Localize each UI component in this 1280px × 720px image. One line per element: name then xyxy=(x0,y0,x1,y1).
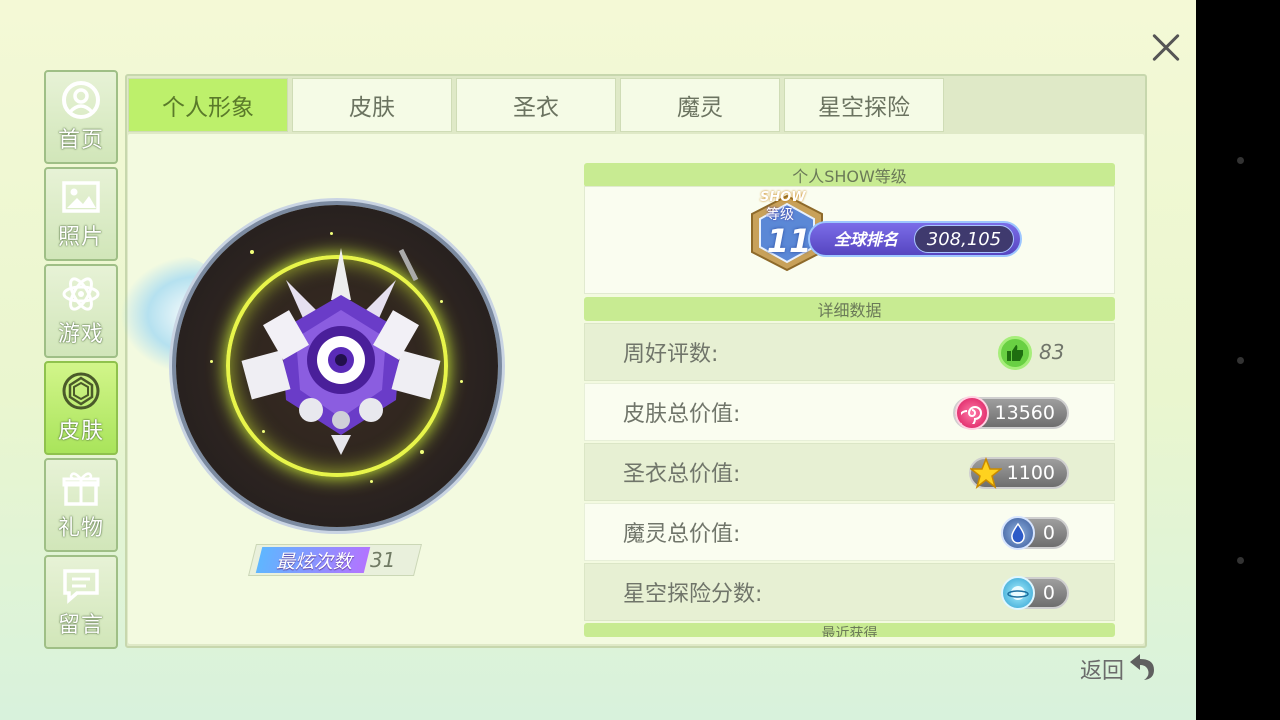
sidebar-item-label: 首页 xyxy=(57,128,104,153)
recent-section-title: 最近获得 xyxy=(584,623,1115,637)
stat-row-spirit-value: 魔灵总价值: 0 xyxy=(584,503,1115,561)
stat-label: 周好评数: xyxy=(623,342,719,367)
nav-dot xyxy=(1237,157,1244,164)
nav-dot xyxy=(1237,357,1244,364)
rank-value: 308,105 xyxy=(914,225,1014,253)
stat-label: 圣衣总价值: xyxy=(623,462,741,487)
stat-label: 皮肤总价值: xyxy=(623,402,741,427)
sidebar-item-home[interactable]: 首页 xyxy=(44,70,118,164)
sidebar-item-messages[interactable]: 留言 xyxy=(44,555,118,649)
close-icon[interactable] xyxy=(1146,28,1186,68)
sidebar-item-label: 皮肤 xyxy=(57,419,104,444)
stat-row-armor-value: 圣衣总价值: 1100 xyxy=(584,443,1115,501)
water-drop-icon xyxy=(1001,516,1035,550)
tab-armor[interactable]: 圣衣 xyxy=(456,78,616,132)
sidebar-item-games[interactable]: 游戏 xyxy=(44,264,118,358)
detail-section-title: 详细数据 xyxy=(584,297,1115,321)
sidebar-item-skins[interactable]: 皮肤 xyxy=(44,361,118,455)
star-icon xyxy=(969,456,1003,490)
picture-icon xyxy=(59,175,103,219)
sidebar-item-label: 照片 xyxy=(57,225,104,250)
sidebar-item-photos[interactable]: 照片 xyxy=(44,167,118,261)
user-circle-icon xyxy=(59,78,103,122)
stat-row-weekly-likes: 周好评数: 83 xyxy=(584,323,1115,381)
sidebar-item-label: 游戏 xyxy=(57,322,104,347)
stat-label: 魔灵总价值: xyxy=(623,522,741,547)
stat-row-skin-value: 皮肤总价值: 13560 xyxy=(584,383,1115,441)
atom-icon xyxy=(59,272,103,316)
gem-circle-icon xyxy=(59,369,103,413)
show-text: SHOW xyxy=(760,190,806,205)
gift-icon xyxy=(59,466,103,510)
planet-icon xyxy=(1001,576,1035,610)
sidebar-item-gifts[interactable]: 礼物 xyxy=(44,458,118,552)
level-number: 11 xyxy=(766,222,812,260)
tab-spirits[interactable]: 魔灵 xyxy=(620,78,780,132)
thumbs-up-icon xyxy=(998,336,1032,370)
nav-dot xyxy=(1237,557,1244,564)
return-label: 返回 xyxy=(1080,659,1125,684)
return-arrow-icon xyxy=(1124,652,1158,686)
sidebar-item-label: 礼物 xyxy=(57,516,104,541)
stat-row-star-expedition-score: 星空探险分数: 0 xyxy=(584,563,1115,621)
stat-value: 83 xyxy=(1039,340,1065,364)
level-section-title: 个人SHOW等级 xyxy=(584,163,1115,187)
level-label: 等级 xyxy=(766,207,794,223)
message-icon xyxy=(59,563,103,607)
combo-label: 最炫次数 xyxy=(275,550,352,573)
tab-skins[interactable]: 皮肤 xyxy=(292,78,452,132)
stat-label: 星空探险分数: xyxy=(623,582,763,607)
sidebar-item-label: 留言 xyxy=(57,613,104,638)
skin-emblem-icon xyxy=(241,248,441,455)
combo-value: 31 xyxy=(370,548,396,572)
candy-swirl-icon xyxy=(955,396,989,430)
return-button[interactable]: 返回 xyxy=(1080,652,1158,686)
tab-star-expedition[interactable]: 星空探险 xyxy=(784,78,944,132)
tab-profile-image[interactable]: 个人形象 xyxy=(128,78,288,132)
rank-label: 全球排名 xyxy=(834,230,899,249)
